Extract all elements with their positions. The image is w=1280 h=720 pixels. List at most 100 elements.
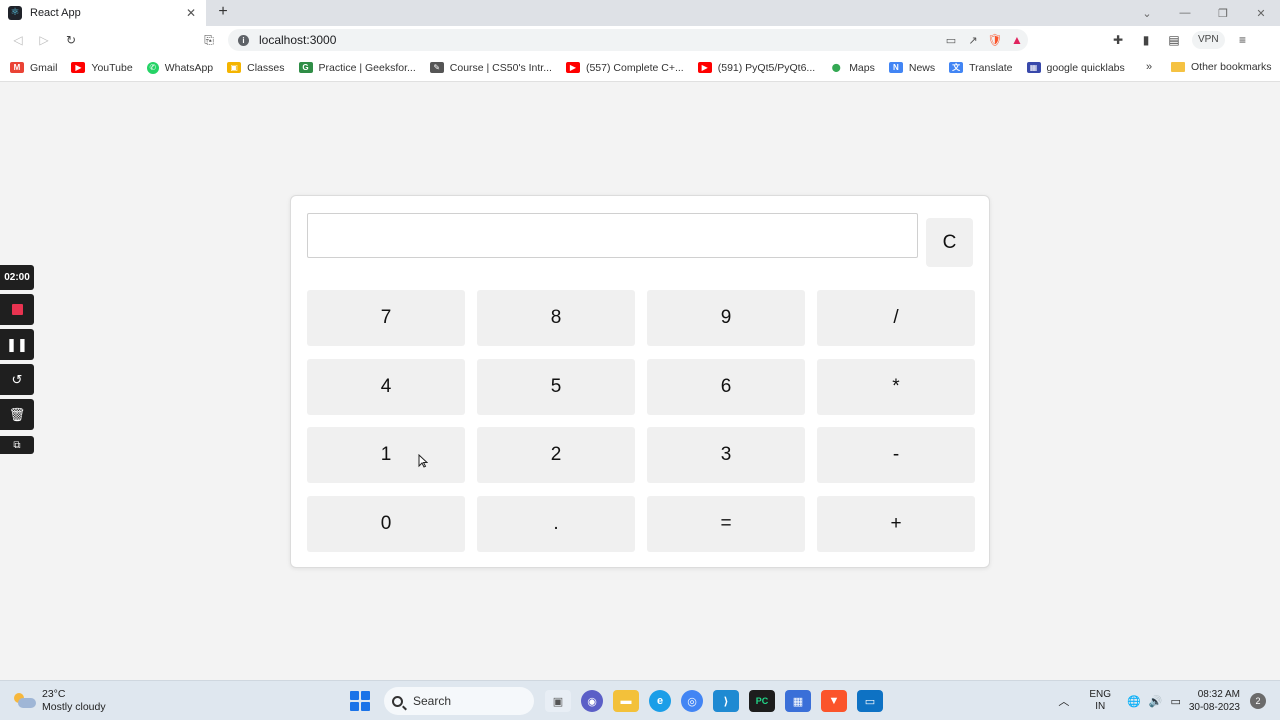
screen-recorder-app-icon[interactable]: ▭ xyxy=(857,690,883,712)
notification-badge[interactable]: 2 xyxy=(1250,693,1266,709)
bookmark-quicklabs[interactable]: ▦ google quicklabs xyxy=(1026,62,1125,74)
volume-icon[interactable]: 🔊 xyxy=(1149,695,1163,708)
bookmark-label: Practice | Geeksfor... xyxy=(318,61,416,74)
menu-icon[interactable]: ≡ xyxy=(1229,33,1257,47)
tab-search-icon[interactable]: ⌄ xyxy=(1128,7,1166,20)
news-icon: N xyxy=(888,62,903,73)
annotate-button[interactable]: ⧉ xyxy=(0,436,34,454)
bookmark-youtube[interactable]: ▶ YouTube xyxy=(71,61,133,74)
system-tray: ︿ ENG IN 🌐 🔊 ▭ 08:32 AM 30-08-2023 2 xyxy=(1058,685,1266,717)
weather-temperature: 23°C xyxy=(42,688,66,700)
key-1[interactable]: 1 xyxy=(307,427,465,483)
windows-taskbar: 23°C Mostly cloudy Search ▣ ◉ ▬ e ◎ ⟩ PC… xyxy=(0,680,1280,720)
taskbar-clock[interactable]: 08:32 AM 30-08-2023 xyxy=(1189,688,1240,714)
key-3[interactable]: 3 xyxy=(647,427,805,483)
address-bar[interactable]: i localhost:3000 ▭ ↗ 🛡 ▲ xyxy=(228,29,1028,51)
screen-recorder-bar: 02:00 ❚❚ ↺ 🗑 ⧉ xyxy=(0,265,34,454)
reload-icon[interactable]: ↻ xyxy=(62,31,80,49)
folder-icon xyxy=(1171,62,1185,72)
vscode-icon[interactable]: ⟩ xyxy=(713,690,739,712)
browser-tab[interactable]: ⚛ React App ✕ xyxy=(0,0,206,26)
key-7[interactable]: 7 xyxy=(307,290,465,346)
url-text[interactable]: localhost:3000 xyxy=(259,33,940,47)
wallet-icon[interactable]: ▤ xyxy=(1160,33,1188,47)
annotate-icon: ⧉ xyxy=(13,439,21,451)
taskbar-search-label: Search xyxy=(413,694,452,708)
site-info-icon[interactable]: i xyxy=(238,34,249,46)
brave-shields-icon[interactable]: 🛡 xyxy=(984,33,1006,47)
microsoft-store-icon[interactable]: ▦ xyxy=(785,690,811,712)
key-0[interactable]: 0 xyxy=(307,496,465,552)
taskbar-search[interactable]: Search xyxy=(384,687,534,715)
back-icon[interactable]: ◁ xyxy=(9,31,27,49)
key-multiply[interactable]: * xyxy=(817,359,975,415)
network-icon[interactable]: 🌐 xyxy=(1127,695,1141,708)
windows-start-icon[interactable] xyxy=(350,691,370,711)
quicklabs-icon: ▦ xyxy=(1026,62,1041,73)
browser-tab-strip: ⚛ React App ✕ + ⌄ — ❐ ✕ xyxy=(0,0,1280,26)
task-view-icon[interactable]: ▣ xyxy=(545,690,571,712)
bookmark-complete-cpp[interactable]: ▶ (557) Complete C+... xyxy=(565,62,684,74)
chrome-icon[interactable]: ◎ xyxy=(681,690,703,712)
extensions-icon[interactable]: ✚ xyxy=(1104,33,1132,47)
bookmark-cs50[interactable]: ✎ Course | CS50's Intr... xyxy=(429,62,552,74)
bookmark-maps[interactable]: ⬤ Maps xyxy=(829,62,875,74)
edge-icon[interactable]: e xyxy=(649,690,671,712)
minimize-icon[interactable]: — xyxy=(1166,7,1204,19)
close-window-icon[interactable]: ✕ xyxy=(1242,7,1280,20)
key-4[interactable]: 4 xyxy=(307,359,465,415)
language-code: ENG xyxy=(1089,689,1112,700)
bookmark-classes[interactable]: ▣ Classes xyxy=(227,62,285,74)
bookmark-icon[interactable]: ⎘ xyxy=(200,31,218,49)
sidebar-icon[interactable]: ▮ xyxy=(1132,33,1160,47)
key-8[interactable]: 8 xyxy=(477,290,635,346)
language-indicator[interactable]: ENG IN xyxy=(1089,689,1111,713)
other-bookmarks[interactable]: Other bookmarks xyxy=(1171,61,1272,73)
stop-recording-button[interactable] xyxy=(0,294,34,325)
restore-icon[interactable]: ❐ xyxy=(1204,7,1242,20)
translate-icon: 文 xyxy=(949,62,964,73)
bookmark-gmail[interactable]: M Gmail xyxy=(10,62,57,74)
clear-button[interactable]: C xyxy=(926,218,973,267)
pause-icon: ❚❚ xyxy=(6,336,28,352)
delete-recording-button[interactable]: 🗑 xyxy=(0,399,34,430)
forward-icon[interactable]: ▷ xyxy=(35,31,53,49)
share-icon[interactable]: ↗ xyxy=(962,34,984,47)
key-6[interactable]: 6 xyxy=(647,359,805,415)
bookmarks-overflow-icon[interactable]: » xyxy=(1146,61,1152,73)
key-subtract[interactable]: - xyxy=(817,427,975,483)
bookmark-pyqt[interactable]: ▶ (591) PyQt5/PyQt6... xyxy=(697,62,815,74)
bookmark-whatsapp[interactable]: ✆ WhatsApp xyxy=(146,61,213,74)
brave-rewards-icon[interactable]: ▲ xyxy=(1006,33,1028,47)
calculator-display-input[interactable] xyxy=(307,213,918,258)
key-9[interactable]: 9 xyxy=(647,290,805,346)
bookmark-label: YouTube xyxy=(91,61,133,74)
bookmark-geeksforgeeks[interactable]: G Practice | Geeksfor... xyxy=(298,61,416,74)
close-tab-icon[interactable]: ✕ xyxy=(184,6,198,20)
taskbar-apps: Search ▣ ◉ ▬ e ◎ ⟩ PC ▦ ▼ ▭ xyxy=(350,686,888,716)
key-divide[interactable]: / xyxy=(817,290,975,346)
show-hidden-icons-icon[interactable]: ︿ xyxy=(1058,693,1069,709)
other-bookmarks-label: Other bookmarks xyxy=(1191,61,1272,73)
restart-recording-button[interactable]: ↺ xyxy=(0,364,34,395)
battery-icon[interactable]: ▭ xyxy=(1170,695,1180,708)
brave-browser-icon[interactable]: ▼ xyxy=(821,690,847,712)
bookmarks-bar: M Gmail ▶ YouTube ✆ WhatsApp ▣ Classes G… xyxy=(0,54,1280,82)
pause-recording-button[interactable]: ❚❚ xyxy=(0,329,34,360)
new-tab-button[interactable]: + xyxy=(214,3,232,21)
key-equals[interactable]: = xyxy=(647,496,805,552)
geeksforgeeks-icon: G xyxy=(298,62,313,73)
pycharm-icon[interactable]: PC xyxy=(749,690,775,712)
file-explorer-icon[interactable]: ▬ xyxy=(613,690,639,712)
vpn-button[interactable]: VPN xyxy=(1192,31,1225,49)
bookmark-news[interactable]: N News xyxy=(888,62,935,74)
teams-chat-icon[interactable]: ◉ xyxy=(581,690,603,712)
bookmark-translate[interactable]: 文 Translate xyxy=(949,62,1013,74)
key-5[interactable]: 5 xyxy=(477,359,635,415)
key-2[interactable]: 2 xyxy=(477,427,635,483)
weather-widget[interactable]: 23°C Mostly cloudy xyxy=(14,688,106,714)
key-decimal[interactable]: . xyxy=(477,496,635,552)
cast-icon[interactable]: ▭ xyxy=(940,34,962,47)
window-controls: ⌄ — ❐ ✕ xyxy=(1128,0,1280,26)
key-add[interactable]: + xyxy=(817,496,975,552)
